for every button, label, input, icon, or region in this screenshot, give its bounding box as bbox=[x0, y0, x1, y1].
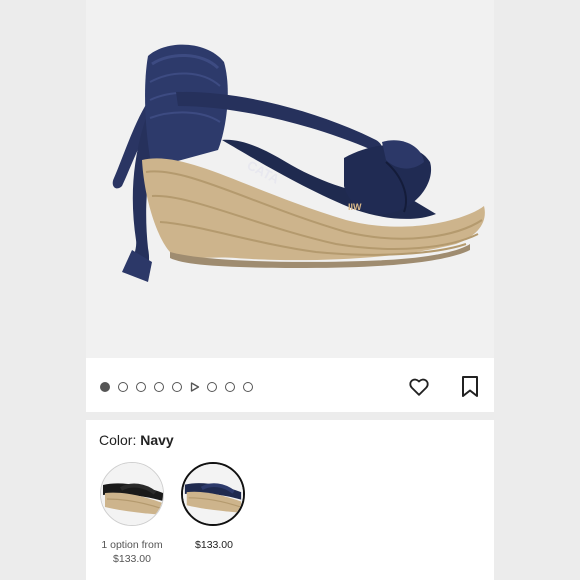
gallery-dot-1[interactable] bbox=[100, 382, 110, 392]
gallery-dot-2[interactable] bbox=[118, 382, 128, 392]
espadrille-illustration: CATA IIW bbox=[112, 44, 485, 282]
like-button[interactable] bbox=[408, 376, 430, 398]
swatch-caption-black: 1 option from $133.00 bbox=[90, 538, 174, 566]
black-espadrille-thumbnail bbox=[101, 463, 163, 525]
gallery-video-icon[interactable] bbox=[190, 382, 200, 392]
swatch-caption-navy: $133.00 bbox=[195, 539, 233, 551]
selected-color-name: Navy bbox=[140, 432, 174, 448]
color-swatch-navy[interactable] bbox=[181, 462, 245, 526]
navy-espadrille-thumbnail bbox=[183, 464, 243, 524]
gallery-dot-9[interactable] bbox=[243, 382, 253, 392]
color-selector: Color: Navy 1 option from $133.00 $133.0… bbox=[86, 420, 494, 580]
color-label-prefix: Color: bbox=[99, 432, 137, 448]
background-right bbox=[494, 0, 580, 580]
gallery-dots bbox=[100, 382, 253, 392]
swatch-caption-black-line2: $133.00 bbox=[113, 553, 151, 565]
product-media-card: CATA IIW bbox=[86, 0, 494, 412]
gallery-controls bbox=[86, 360, 494, 412]
gallery-dot-3[interactable] bbox=[136, 382, 146, 392]
insole-logo: IIW bbox=[348, 202, 362, 212]
color-swatch-black[interactable] bbox=[100, 462, 164, 526]
heart-icon bbox=[409, 378, 429, 396]
gallery-dot-5[interactable] bbox=[172, 382, 182, 392]
bookmark-icon bbox=[462, 376, 478, 397]
background-left bbox=[0, 0, 86, 580]
color-label: Color: Navy bbox=[99, 432, 174, 448]
swatch-caption-black-line1: 1 option from bbox=[101, 539, 163, 551]
gallery-dot-7[interactable] bbox=[207, 382, 217, 392]
gallery-dot-4[interactable] bbox=[154, 382, 164, 392]
gallery-dot-8[interactable] bbox=[225, 382, 235, 392]
save-button[interactable] bbox=[460, 375, 480, 399]
product-image[interactable]: CATA IIW bbox=[86, 0, 494, 358]
